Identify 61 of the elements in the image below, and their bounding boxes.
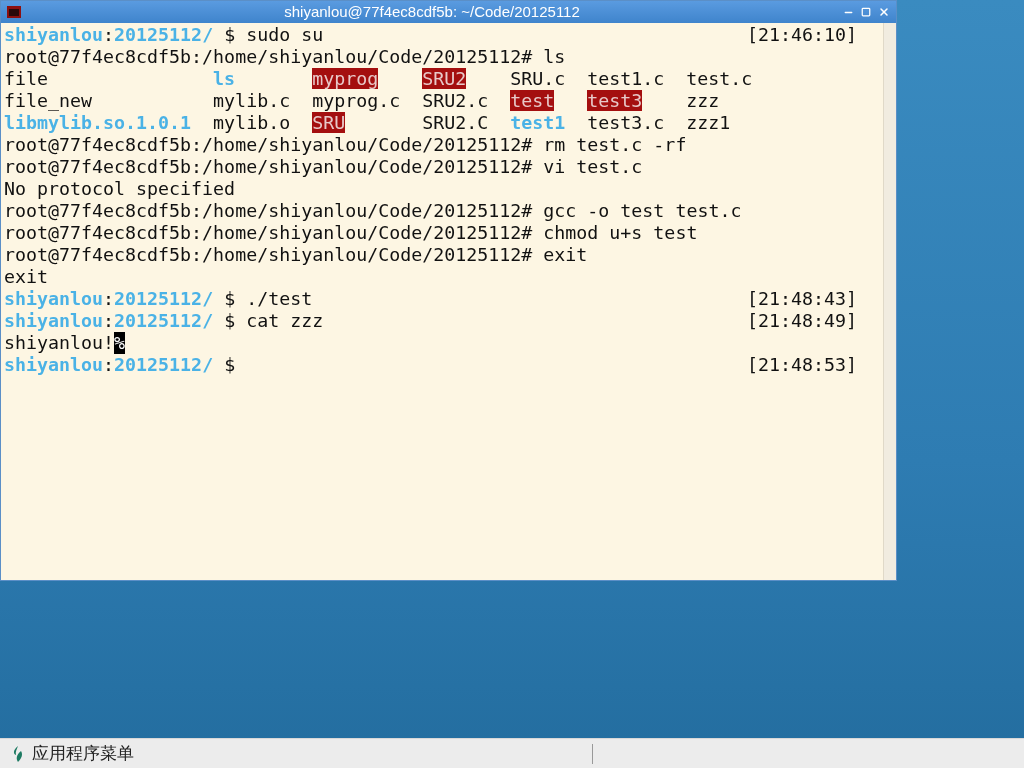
prompt-directory: 20125112/ [114, 288, 214, 310]
prompt-symbol: $ [224, 310, 236, 332]
file-name: SRU.c [510, 68, 566, 89]
file-name: SRU2.C [422, 112, 489, 133]
file-name: file_new [4, 90, 93, 111]
leaf-icon [12, 745, 24, 762]
file-name: ls [213, 68, 236, 89]
prompt-user: shiyanlou [4, 354, 104, 376]
applications-menu[interactable]: 应用程序菜单 [0, 739, 592, 768]
cursor-marker: % [114, 332, 126, 354]
file-name: SRU [312, 112, 346, 133]
prompt-symbol: $ [224, 288, 236, 310]
scrollbar[interactable] [883, 23, 896, 580]
file-name: mylib.c [213, 90, 291, 111]
close-icon[interactable] [878, 6, 890, 18]
output-text: No protocol specified [4, 178, 236, 200]
output-text: root@77f4ec8cdf5b:/home/shiyanlou/Code/20125112# exit [4, 244, 588, 266]
prompt-user: shiyanlou [4, 288, 104, 310]
file-name: SRU2 [422, 68, 467, 89]
file-name: test1 [510, 112, 566, 133]
file-name: zzz [686, 90, 720, 111]
file-name: zzz1 [686, 112, 731, 133]
command-text: ./test [246, 288, 313, 310]
timestamp: [21:48:43] [746, 288, 857, 310]
file-name: test.c [686, 68, 753, 89]
file-name: SRU2.c [422, 90, 489, 111]
output-text: shiyanlou! [4, 332, 115, 354]
prompt-directory: 20125112/ [114, 24, 214, 46]
prompt-user: shiyanlou [4, 310, 104, 332]
timestamp: [21:48:49] [746, 310, 857, 332]
prompt-directory: 20125112/ [114, 310, 214, 332]
file-name: file [4, 68, 49, 89]
file-name: test3.c [587, 112, 665, 133]
file-name: libmylib.so.1.0.1 [4, 112, 192, 133]
output-text: root@77f4ec8cdf5b:/home/shiyanlou/Code/20125112# chmod u+s test [4, 222, 698, 244]
prompt-symbol: $ [224, 354, 236, 376]
file-name: mylib.o [213, 112, 291, 133]
output-text: root@77f4ec8cdf5b:/home/shiyanlou/Code/20125112# vi test.c [4, 156, 643, 178]
file-name: myprog [312, 68, 379, 89]
command-text: sudo su [246, 24, 324, 46]
timestamp: [21:46:10] [746, 24, 857, 46]
prompt-user: shiyanlou [4, 24, 104, 46]
timestamp: [21:48:53] [746, 354, 857, 376]
prompt-symbol: $ [224, 24, 236, 46]
prompt-separator: : [103, 24, 115, 46]
output-text: exit [4, 266, 49, 288]
output-text: root@77f4ec8cdf5b:/home/shiyanlou/Code/20125112# ls [4, 46, 566, 68]
output-text: root@77f4ec8cdf5b:/home/shiyanlou/Code/20125112# rm test.c -rf [4, 134, 687, 156]
file-name: myprog.c [312, 90, 401, 111]
prompt-separator: : [103, 288, 115, 310]
file-name: test1.c [587, 68, 665, 89]
prompt-directory: 20125112/ [114, 354, 214, 376]
terminal-icon [7, 6, 21, 18]
file-name: test3 [587, 90, 643, 111]
maximize-icon[interactable] [861, 7, 871, 17]
command-text: cat zzz [246, 310, 324, 332]
prompt-separator: : [103, 354, 115, 376]
prompt-separator: : [103, 310, 115, 332]
output-text: root@77f4ec8cdf5b:/home/shiyanlou/Code/20125112# gcc -o test test.c [4, 200, 742, 222]
window-title: shiyanlou@77f4ec8cdf5b: ~/Code/20125112 [283, 1, 581, 22]
file-name: test [510, 90, 555, 111]
